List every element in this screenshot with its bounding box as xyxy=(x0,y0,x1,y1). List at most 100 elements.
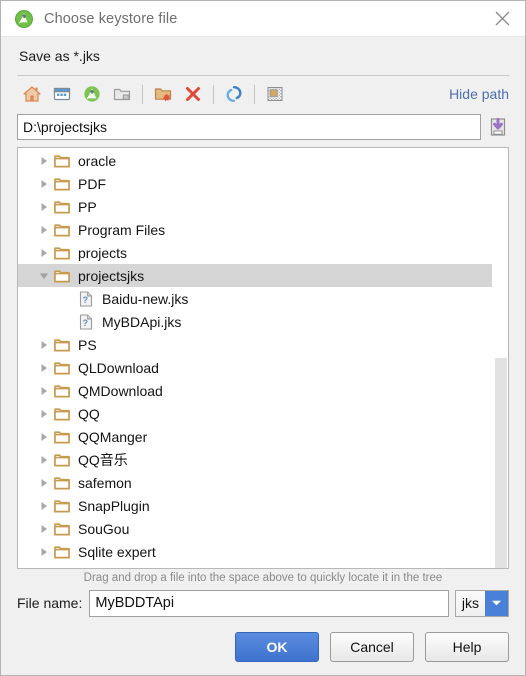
toolbar-separator xyxy=(254,84,255,104)
tree-row[interactable]: ? Baidu-new.jks xyxy=(18,287,492,310)
save-down-icon[interactable] xyxy=(487,114,509,140)
chevron-down-icon[interactable] xyxy=(36,264,52,287)
folder-icon xyxy=(52,425,72,448)
tree-row[interactable]: Sqlite expert xyxy=(18,540,492,563)
new-folder-icon[interactable] xyxy=(148,80,178,108)
toolbar-separator xyxy=(213,84,214,104)
directory-tree-panel: oracle PDF PP Program Files projects projects… xyxy=(17,147,509,569)
tree-row[interactable]: PDF xyxy=(18,172,492,195)
folder-icon xyxy=(52,218,72,241)
tree-row[interactable]: QLDownload xyxy=(18,356,492,379)
tree-row-label: safemon xyxy=(78,474,132,491)
file-name-row: File name: jks xyxy=(1,586,525,619)
tree-row-label: projectsjks xyxy=(78,267,145,284)
tree-row[interactable]: QMDownload xyxy=(18,379,492,402)
file-name-label: File name: xyxy=(17,595,83,611)
refresh-icon[interactable] xyxy=(219,80,249,108)
svg-text:?: ? xyxy=(83,295,89,305)
svg-text:?: ? xyxy=(83,318,89,328)
tree-row-label: QQ xyxy=(78,405,100,422)
folder-icon xyxy=(52,149,72,172)
chevron-right-icon[interactable] xyxy=(36,379,52,402)
home-icon[interactable] xyxy=(17,80,47,108)
tree-row[interactable]: PP xyxy=(18,195,492,218)
ok-button[interactable]: OK xyxy=(235,632,319,662)
tree-row[interactable]: QQ xyxy=(18,402,492,425)
unknown-file-icon: ? xyxy=(76,310,96,333)
tree-row[interactable]: projectsjks xyxy=(18,264,492,287)
cancel-button[interactable]: Cancel xyxy=(330,632,414,662)
file-toolbar: Hide path xyxy=(1,76,525,112)
path-row xyxy=(1,112,525,142)
window-title: Choose keystore file xyxy=(44,10,178,27)
tree-row[interactable]: SouGou xyxy=(18,517,492,540)
tree-row-label: Program Files xyxy=(78,221,166,238)
tree-row-label: projects xyxy=(78,244,128,261)
hide-path-link[interactable]: Hide path xyxy=(449,86,509,102)
tree-row-label: Baidu-new.jks xyxy=(102,290,189,307)
tree-row-label: SouGou xyxy=(78,520,130,537)
tree-row[interactable]: QQManger xyxy=(18,425,492,448)
chevron-right-icon[interactable] xyxy=(36,149,52,172)
chevron-right-icon[interactable] xyxy=(36,471,52,494)
save-as-label: Save as *.jks xyxy=(19,48,100,64)
tree-row-label: QQManger xyxy=(78,428,148,445)
folder-icon xyxy=(52,195,72,218)
tree-row[interactable]: QQ音乐 xyxy=(18,448,492,471)
file-name-input[interactable] xyxy=(89,589,449,617)
dialog-footer: OK Cancel Help xyxy=(1,619,525,675)
tree-row[interactable]: projects xyxy=(18,241,492,264)
tree-row[interactable]: SnapPlugin xyxy=(18,494,492,517)
extension-dropdown[interactable]: jks xyxy=(454,589,509,617)
chevron-right-icon[interactable] xyxy=(36,218,52,241)
folder-icon xyxy=(52,241,72,264)
chevron-right-icon[interactable] xyxy=(36,172,52,195)
tree-scrollbar[interactable] xyxy=(492,148,508,568)
chevron-right-icon[interactable] xyxy=(36,425,52,448)
chevron-right-icon[interactable] xyxy=(36,333,52,356)
tree-row-label: QQ音乐 xyxy=(78,451,128,468)
chevron-right-icon[interactable] xyxy=(36,195,52,218)
extension-value: jks xyxy=(455,590,485,616)
choose-keystore-dialog: Choose keystore file Save as *.jks Hide … xyxy=(0,0,526,676)
tree-row[interactable]: Program Files xyxy=(18,218,492,241)
chevron-right-icon[interactable] xyxy=(36,241,52,264)
folder-icon xyxy=(52,356,72,379)
chevron-right-icon[interactable] xyxy=(36,517,52,540)
tree-row-label: QMDownload xyxy=(78,382,163,399)
tree-row-label: QLDownload xyxy=(78,359,159,376)
delete-icon[interactable] xyxy=(178,80,208,108)
tree-row[interactable]: PS xyxy=(18,333,492,356)
tree-row-label: PP xyxy=(78,198,97,215)
project-icon[interactable] xyxy=(77,80,107,108)
tree-row[interactable]: oracle xyxy=(18,149,492,172)
chevron-right-icon[interactable] xyxy=(36,448,52,471)
tree-row-label: MyBDApi.jks xyxy=(102,313,182,330)
tree-row[interactable]: safemon xyxy=(18,471,492,494)
unknown-file-icon: ? xyxy=(76,287,96,310)
folder-icon xyxy=(52,448,72,471)
chevron-right-icon[interactable] xyxy=(36,402,52,425)
chevron-right-icon[interactable] xyxy=(36,540,52,563)
help-button[interactable]: Help xyxy=(425,632,509,662)
save-as-band: Save as *.jks xyxy=(1,37,525,75)
path-input[interactable] xyxy=(17,114,481,140)
folder-icon xyxy=(52,264,72,287)
chevron-right-icon[interactable] xyxy=(36,494,52,517)
directory-tree[interactable]: oracle PDF PP Program Files projects projects… xyxy=(18,148,492,568)
title-bar: Choose keystore file xyxy=(1,1,525,37)
module-folder-icon[interactable] xyxy=(107,80,137,108)
folder-icon xyxy=(52,379,72,402)
tree-scrollbar-thumb[interactable] xyxy=(495,358,507,568)
show-hidden-icon[interactable] xyxy=(260,80,290,108)
desktop-icon[interactable] xyxy=(47,80,77,108)
chevron-down-icon[interactable] xyxy=(485,590,508,616)
toolbar-separator xyxy=(142,84,143,104)
chevron-right-icon[interactable] xyxy=(36,356,52,379)
close-button[interactable] xyxy=(479,1,525,36)
tree-row[interactable]: ? MyBDApi.jks xyxy=(18,310,492,333)
folder-icon xyxy=(52,333,72,356)
android-studio-icon xyxy=(15,9,33,28)
